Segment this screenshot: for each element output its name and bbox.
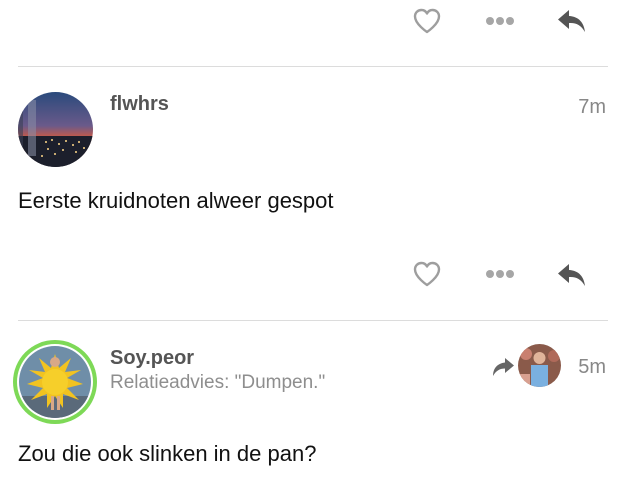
- reply-icon[interactable]: [556, 8, 588, 34]
- divider: [18, 66, 608, 67]
- timestamp: 5m: [578, 356, 606, 378]
- person-photo: [518, 344, 561, 387]
- more-dots-icon[interactable]: [485, 268, 515, 280]
- heart-icon[interactable]: [412, 7, 442, 35]
- username[interactable]: flwhrs: [110, 93, 169, 116]
- post-text: Zou die ook slinken in de pan?: [18, 441, 317, 466]
- repost-avatar[interactable]: [518, 344, 561, 387]
- timestamp: 7m: [578, 96, 606, 118]
- post-subtitle: Relatieadvies: "Dumpen.": [110, 372, 326, 393]
- repost-arrow-icon[interactable]: [490, 356, 516, 378]
- reply-icon[interactable]: [556, 262, 588, 288]
- sun-costume-photo: [19, 346, 91, 418]
- username[interactable]: Soy.peor: [110, 347, 194, 370]
- heart-icon[interactable]: [412, 260, 442, 288]
- city-night-photo: [18, 92, 93, 167]
- avatar[interactable]: [18, 92, 93, 167]
- divider: [18, 320, 608, 321]
- avatar[interactable]: [13, 340, 97, 424]
- post-text: Eerste kruidnoten alweer gespot: [18, 188, 334, 213]
- more-dots-icon[interactable]: [485, 15, 515, 27]
